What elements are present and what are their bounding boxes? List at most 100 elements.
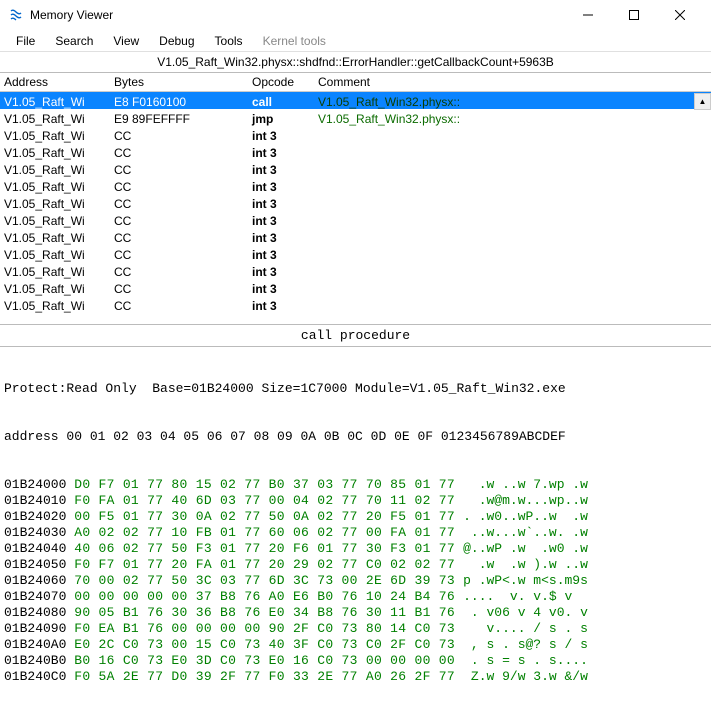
disasm-opcode: int 3 [248,177,314,194]
disasm-comment [314,177,711,194]
disasm-opcode: int 3 [248,245,314,262]
col-header-address[interactable]: Address [0,73,110,91]
disasm-opcode: jmp [248,109,314,126]
col-header-bytes[interactable]: Bytes [110,73,248,91]
disasm-comment [314,194,711,211]
hex-addr: 01B24010 [4,493,74,508]
disasm-addr: V1.05_Raft_Wi [0,228,110,245]
disasm-row[interactable]: V1.05_Raft_WiCCint 3 [0,296,711,313]
disasm-comment [314,279,711,296]
hex-bytes: E0 2C C0 73 00 15 C0 73 40 3F C0 73 C0 2… [74,637,463,652]
disasm-comment [314,245,711,262]
menu-kernel-tools[interactable]: Kernel tools [253,31,336,51]
hex-ascii: .w@m.w...wp..w [463,493,588,508]
hex-bytes: A0 02 02 77 10 FB 01 77 60 06 02 77 00 F… [74,525,463,540]
hex-ascii: , s . s@? s / s [463,637,588,652]
hex-addr: 01B24050 [4,557,74,572]
close-button[interactable] [657,0,703,30]
disasm-addr: V1.05_Raft_Wi [0,92,110,109]
hex-ascii: .... v. v.$ v [463,589,572,604]
hex-ascii: ..w...w`..w. .w [463,525,588,540]
disasm-row[interactable]: V1.05_Raft_WiCCint 3 [0,177,711,194]
hex-ascii: p .wP<.w m<s.m9s [463,573,588,588]
hex-ascii: .w .w ).w ..w [463,557,588,572]
disasm-row[interactable]: V1.05_Raft_WiCCint 3 [0,143,711,160]
menu-file[interactable]: File [6,31,45,51]
disasm-bytes: CC [110,160,248,177]
maximize-button[interactable] [611,0,657,30]
disasm-comment [314,262,711,279]
menu-view[interactable]: View [103,31,149,51]
hex-row[interactable]: 01B240C0 F0 5A 2E 77 D0 39 2F 77 F0 33 2… [4,669,707,685]
hex-view[interactable]: Protect:Read Only Base=01B24000 Size=1C7… [0,347,711,703]
disasm-addr: V1.05_Raft_Wi [0,126,110,143]
disasm-bytes: CC [110,228,248,245]
hex-row[interactable]: 01B24030 A0 02 02 77 10 FB 01 77 60 06 0… [4,525,707,541]
hex-bytes: D0 F7 01 77 80 15 02 77 B0 37 03 77 70 8… [74,477,463,492]
hex-addr: 01B24090 [4,621,74,636]
disasm-opcode: int 3 [248,211,314,228]
disasm-opcode: call [248,92,314,109]
disasm-addr: V1.05_Raft_Wi [0,211,110,228]
disasm-opcode: int 3 [248,279,314,296]
disasm-addr: V1.05_Raft_Wi [0,262,110,279]
disasm-row[interactable]: V1.05_Raft_WiCCint 3 [0,126,711,143]
disasm-row[interactable]: V1.05_Raft_WiCCint 3 [0,194,711,211]
hex-row[interactable]: 01B24020 00 F5 01 77 30 0A 02 77 50 0A 0… [4,509,707,525]
hex-header-addr: address [4,429,59,444]
hex-row[interactable]: 01B24000 D0 F7 01 77 80 15 02 77 B0 37 0… [4,477,707,493]
disasm-row[interactable]: V1.05_Raft_WiE9 89FEFFFFjmpV1.05_Raft_Wi… [0,109,711,126]
disasm-comment [314,211,711,228]
disasm-row[interactable]: V1.05_Raft_WiCCint 3 [0,279,711,296]
disasm-row[interactable]: V1.05_Raft_WiCCint 3 [0,228,711,245]
disasm-row[interactable]: V1.05_Raft_WiCCint 3 [0,211,711,228]
disassembly-view[interactable]: Address Bytes Opcode Comment V1.05_Raft_… [0,73,711,325]
hex-row[interactable]: 01B24040 40 06 02 77 50 F3 01 77 20 F6 0… [4,541,707,557]
status-bar: call procedure [0,325,711,347]
hex-bytes: 90 05 B1 76 30 36 B8 76 E0 34 B8 76 30 1… [74,605,463,620]
hex-row[interactable]: 01B24070 00 00 00 00 00 37 B8 76 A0 E6 B… [4,589,707,605]
hex-addr: 01B240B0 [4,653,74,668]
disasm-comment [314,160,711,177]
hex-addr: 01B240C0 [4,669,74,684]
hex-row[interactable]: 01B24050 F0 F7 01 77 20 FA 01 77 20 29 0… [4,557,707,573]
hex-bytes: F0 FA 01 77 40 6D 03 77 00 04 02 77 70 1… [74,493,463,508]
disasm-bytes: CC [110,279,248,296]
hex-row[interactable]: 01B24010 F0 FA 01 77 40 6D 03 77 00 04 0… [4,493,707,509]
titlebar: Memory Viewer [0,0,711,30]
hex-bytes: 00 00 00 00 00 37 B8 76 A0 E6 B0 76 10 2… [74,589,463,604]
menu-tools[interactable]: Tools [205,31,253,51]
hex-ascii: .w ..w 7.wp .w [463,477,588,492]
hex-ascii: @..wP .w .w0 .w [463,541,588,556]
disasm-row[interactable]: V1.05_Raft_WiCCint 3 [0,245,711,262]
disasm-comment [314,126,711,143]
hex-row[interactable]: 01B24080 90 05 B1 76 30 36 B8 76 E0 34 B… [4,605,707,621]
col-header-comment[interactable]: Comment [314,73,711,91]
disasm-row[interactable]: V1.05_Raft_WiE8 F0160100callV1.05_Raft_W… [0,92,711,109]
menu-search[interactable]: Search [45,31,103,51]
col-header-opcode[interactable]: Opcode [248,73,314,91]
hex-addr: 01B24000 [4,477,74,492]
disasm-bytes: CC [110,143,248,160]
disasm-row[interactable]: V1.05_Raft_WiCCint 3 [0,262,711,279]
menu-debug[interactable]: Debug [149,31,204,51]
disasm-addr: V1.05_Raft_Wi [0,194,110,211]
hex-row[interactable]: 01B240B0 B0 16 C0 73 E0 3D C0 73 E0 16 C… [4,653,707,669]
hex-row[interactable]: 01B24090 F0 EA B1 76 00 00 00 00 90 2F C… [4,621,707,637]
disasm-addr: V1.05_Raft_Wi [0,279,110,296]
menubar: File Search View Debug Tools Kernel tool… [0,30,711,52]
disasm-bytes: E8 F0160100 [110,92,248,109]
hex-bytes: F0 5A 2E 77 D0 39 2F 77 F0 33 2E 77 A0 2… [74,669,463,684]
hex-addr: 01B240A0 [4,637,74,652]
hex-bytes: F0 F7 01 77 20 FA 01 77 20 29 02 77 C0 0… [74,557,463,572]
disasm-row[interactable]: V1.05_Raft_WiCCint 3 [0,160,711,177]
scroll-up-button[interactable]: ▲ [694,93,711,110]
disasm-opcode: int 3 [248,262,314,279]
disasm-opcode: int 3 [248,296,314,313]
hex-row[interactable]: 01B240A0 E0 2C C0 73 00 15 C0 73 40 3F C… [4,637,707,653]
hex-row[interactable]: 01B24060 70 00 02 77 50 3C 03 77 6D 3C 7… [4,573,707,589]
disasm-opcode: int 3 [248,143,314,160]
hex-addr: 01B24040 [4,541,74,556]
disasm-bytes: CC [110,211,248,228]
minimize-button[interactable] [565,0,611,30]
